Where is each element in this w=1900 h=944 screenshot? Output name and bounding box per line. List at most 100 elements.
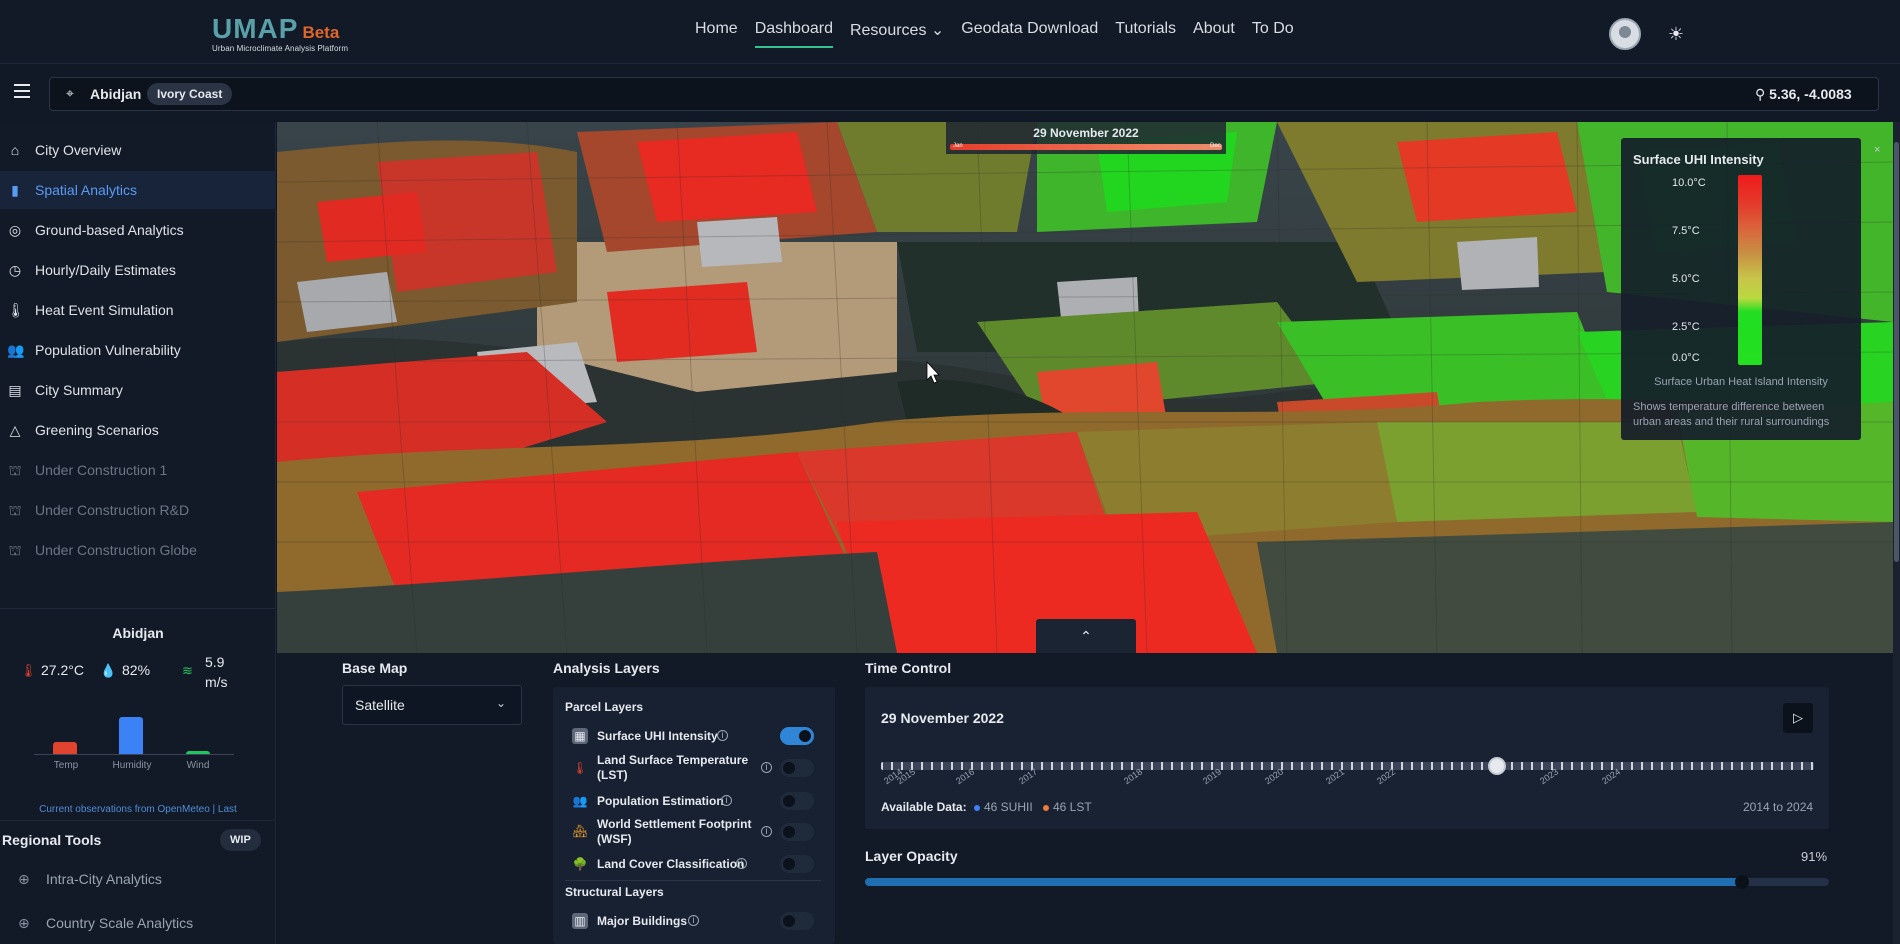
settlement-layer-icon: 🏘 bbox=[572, 824, 588, 838]
coords-value: 5.36, -4.0083 bbox=[1769, 86, 1852, 102]
nav-tutorials[interactable]: Tutorials bbox=[1115, 20, 1176, 48]
toggle-population[interactable] bbox=[780, 792, 814, 810]
nav-dashboard[interactable]: Dashboard bbox=[754, 20, 833, 48]
basemap-select[interactable]: Satellite bbox=[342, 685, 522, 725]
analysis-layers-title: Analysis Layers bbox=[553, 660, 660, 676]
people-layer-icon: 👥 bbox=[572, 794, 588, 808]
legend-description: Shows temperature difference between urb… bbox=[1633, 401, 1830, 428]
users-icon: 👥 bbox=[7, 342, 25, 358]
location-pin-icon: ⌖ bbox=[66, 85, 74, 101]
sidebar-item-greening-scenarios[interactable]: △ Greening Scenarios bbox=[0, 411, 276, 449]
sidebar-item-under-construction-1[interactable]: ⛫ Under Construction 1 bbox=[0, 451, 276, 489]
layers-box bbox=[553, 687, 835, 944]
info-icon[interactable]: i bbox=[761, 826, 772, 837]
sidebar-item-label: Hourly/Daily Estimates bbox=[35, 262, 176, 278]
map-band-end: Dec bbox=[1210, 143, 1221, 149]
weather-humidity: 82% bbox=[122, 662, 151, 678]
map-date-bar bbox=[950, 144, 1222, 150]
theme-toggle-sun-icon[interactable]: ☀ bbox=[1666, 24, 1686, 44]
sidebar-item-ground-based-analytics[interactable]: ◎ Ground-based Analytics bbox=[0, 211, 276, 249]
regional-item-country-scale[interactable]: Country Scale Analytics bbox=[46, 915, 193, 931]
chevron-down-icon: ⌄ bbox=[496, 696, 507, 710]
play-button-icon[interactable]: ▷ bbox=[1783, 703, 1813, 733]
info-icon[interactable]: i bbox=[717, 730, 728, 741]
bar-label-temp: Temp bbox=[53, 760, 79, 771]
nav-resources[interactable]: Resources ⌄ bbox=[850, 20, 944, 48]
document-icon: ▤ bbox=[8, 382, 22, 398]
clock-icon: ◷ bbox=[8, 262, 22, 278]
weather-bar-chart bbox=[34, 710, 234, 755]
info-icon[interactable]: i bbox=[736, 858, 747, 869]
sidebar-item-heat-event-simulation[interactable]: 🌡 Heat Event Simulation bbox=[0, 291, 276, 329]
nav-links: Home Dashboard Resources ⌄ Geodata Downl… bbox=[695, 20, 1294, 48]
regional-item-intra-city[interactable]: Intra-City Analytics bbox=[46, 871, 162, 887]
layer-opacity-title: Layer Opacity bbox=[865, 848, 958, 864]
sidebar-item-label: Heat Event Simulation bbox=[35, 302, 174, 318]
location-country-badge: Ivory Coast bbox=[147, 83, 233, 105]
scrollbar-thumb[interactable] bbox=[1894, 142, 1899, 562]
coords-icon: ⚲ bbox=[1755, 86, 1770, 102]
sidebar-item-city-overview[interactable]: ⌂ City Overview bbox=[0, 131, 276, 169]
regional-tools-title: Regional Tools bbox=[2, 832, 102, 848]
layer-land-cover: Land Cover Classification bbox=[597, 857, 745, 871]
weather-source-note[interactable]: Current observations from OpenMeteo | La… bbox=[0, 804, 276, 815]
sidebar-item-under-construction-r-d[interactable]: ⛫ Under Construction R&D bbox=[0, 491, 276, 529]
sidebar-item-city-summary[interactable]: ▤ City Summary bbox=[0, 371, 276, 409]
nav-geodata-download[interactable]: Geodata Download bbox=[961, 20, 1098, 48]
nav-home[interactable]: Home bbox=[695, 20, 738, 48]
collapse-panel-chevron-up-icon[interactable]: ⌃ bbox=[1036, 619, 1136, 653]
weather-bar-temp bbox=[53, 741, 77, 754]
location-city: Abidjan bbox=[90, 86, 142, 102]
layer-surface-uhi: Surface UHI Intensity bbox=[597, 729, 718, 743]
weather-city: Abidjan bbox=[112, 625, 164, 641]
opacity-slider-fill bbox=[865, 878, 1743, 886]
construction-icon: ⛫ bbox=[8, 502, 22, 518]
umap-logo[interactable]: UMAP Beta Urban Microclimate Analysis Pla… bbox=[212, 14, 372, 58]
time-current-date: 29 November 2022 bbox=[881, 710, 1004, 726]
sidebar-item-label: City Summary bbox=[35, 382, 123, 398]
globe-icon: ⊕ bbox=[18, 915, 30, 931]
page-scrollbar[interactable] bbox=[1893, 122, 1900, 944]
thermometer-layer-icon: 🌡 bbox=[572, 761, 588, 775]
legend-tick: 5.0°C bbox=[1672, 273, 1700, 285]
building-layer-icon: ▥ bbox=[572, 913, 588, 929]
nav-about[interactable]: About bbox=[1193, 20, 1235, 48]
tree-layer-icon: 🌳 bbox=[572, 857, 588, 871]
sidebar-item-under-construction-globe[interactable]: ⛫ Under Construction Globe bbox=[0, 531, 276, 569]
toggle-wsf[interactable] bbox=[780, 823, 814, 841]
timeline-slider[interactable] bbox=[881, 762, 1814, 770]
menu-hamburger-icon[interactable] bbox=[14, 84, 30, 98]
map-date-label: 29 November 2022 bbox=[1033, 126, 1139, 140]
legend-title: Surface UHI Intensity bbox=[1633, 152, 1764, 167]
weather-bar-wind bbox=[186, 751, 210, 754]
legend-close-icon[interactable]: × bbox=[1874, 144, 1880, 156]
map-band-start: Jan bbox=[953, 143, 963, 149]
humidity-icon: 💧 bbox=[100, 663, 117, 678]
info-icon[interactable]: i bbox=[688, 915, 699, 926]
coordinates-readout: ⚲ 5.36, -4.0083 bbox=[1755, 86, 1852, 103]
sidebar-item-spatial-analytics[interactable]: ▮ Spatial Analytics bbox=[0, 171, 276, 209]
weather-wind-unit: m/s bbox=[205, 674, 228, 690]
time-control-title: Time Control bbox=[865, 660, 952, 676]
timeline-thumb[interactable] bbox=[1487, 757, 1506, 775]
toggle-major-buildings[interactable] bbox=[780, 912, 814, 930]
legend-tick: 2.5°C bbox=[1672, 321, 1700, 333]
bar-label-wind: Wind bbox=[186, 760, 210, 771]
nav-todo[interactable]: To Do bbox=[1252, 20, 1294, 48]
chart-bars-icon: ▮ bbox=[11, 182, 19, 198]
toggle-lst[interactable] bbox=[780, 759, 814, 777]
toggle-land-cover[interactable] bbox=[780, 855, 814, 873]
wind-icon: ≋ bbox=[182, 663, 193, 678]
toggle-surface-uhi[interactable] bbox=[780, 727, 814, 745]
opacity-value: 91% bbox=[1801, 849, 1828, 864]
sidebar-item-hourly-daily-estimates[interactable]: ◷ Hourly/Daily Estimates bbox=[0, 251, 276, 289]
sidebar-item-label: Spatial Analytics bbox=[35, 182, 137, 198]
user-avatar[interactable] bbox=[1609, 18, 1641, 50]
info-icon[interactable]: i bbox=[721, 795, 732, 806]
layer-population: Population Estimation bbox=[597, 794, 724, 808]
sidebar-item-population-vulnerability[interactable]: 👥 Population Vulnerability bbox=[0, 331, 276, 369]
construction-icon: ⛫ bbox=[8, 542, 22, 558]
thermometer-icon: 🌡 bbox=[7, 302, 25, 318]
info-icon[interactable]: i bbox=[761, 762, 772, 773]
legend-color-scale bbox=[1738, 175, 1762, 365]
